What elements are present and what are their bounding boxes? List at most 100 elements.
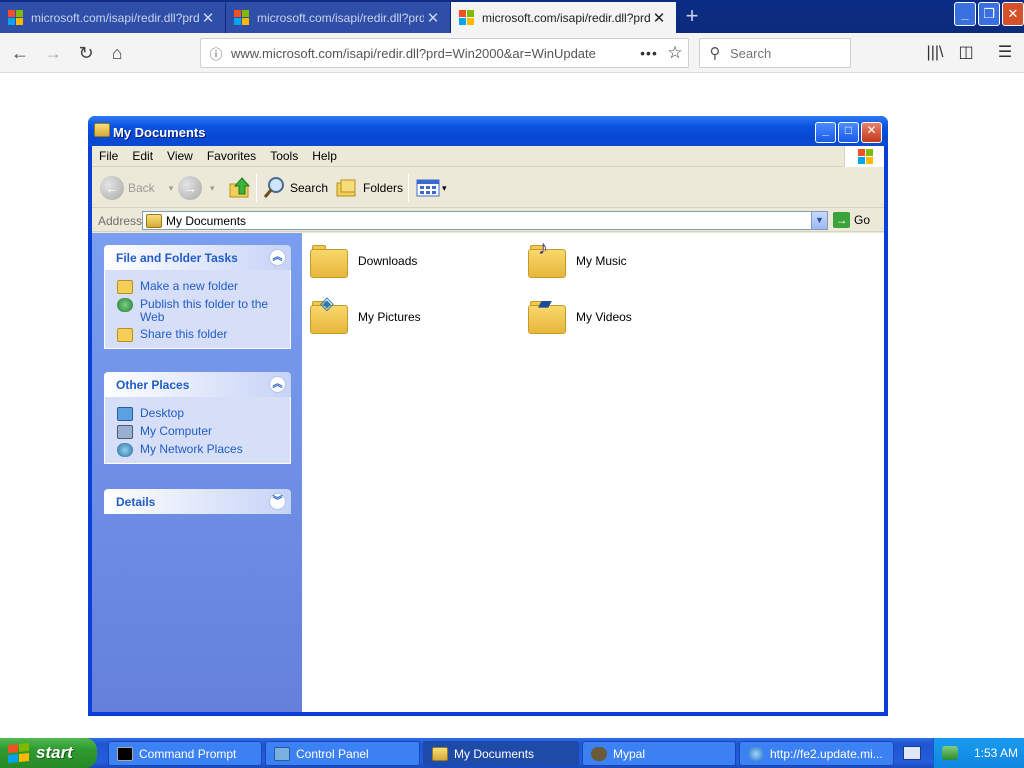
back-arrow-icon: ← [100, 176, 124, 200]
reload-icon[interactable]: ↻ [74, 42, 98, 64]
more-icon[interactable]: ••• [636, 45, 662, 61]
search-input[interactable] [730, 45, 840, 61]
restore-icon[interactable]: ❐ [978, 2, 1000, 26]
globe-icon [117, 298, 133, 312]
task-my-documents[interactable]: My Documents [423, 741, 579, 766]
tab-close-icon[interactable]: ✕ [199, 9, 217, 27]
views-dropdown-icon[interactable]: ▾ [442, 183, 447, 194]
make-new-folder-link[interactable]: Make a new folder [105, 278, 290, 296]
new-folder-icon [117, 280, 133, 294]
windows-flag-icon [8, 742, 30, 763]
folders-icon [336, 179, 356, 197]
menu-edit[interactable]: Edit [125, 149, 160, 163]
minimize-icon[interactable]: _ [815, 122, 836, 143]
link-label: My Network Places [140, 442, 243, 456]
expand-chevron-icon[interactable]: ︾ [269, 493, 286, 510]
forward-icon[interactable]: → [41, 42, 65, 64]
menu-favorites[interactable]: Favorites [200, 149, 263, 163]
forward-button[interactable]: → ▾ [178, 174, 215, 202]
address-dropdown-icon[interactable]: ▼ [811, 212, 827, 229]
info-icon[interactable]: ⓘ [201, 44, 231, 63]
search-button[interactable]: Search [262, 174, 328, 202]
browser-tab-strip: microsoft.com/isapi/redir.dll?prd=W ✕ mi… [0, 0, 1024, 33]
menu-view[interactable]: View [160, 149, 200, 163]
close-icon[interactable]: ✕ [1002, 2, 1024, 26]
link-label: Make a new folder [140, 279, 239, 293]
folder-item-my-pictures[interactable]: ◈ My Pictures [310, 293, 421, 335]
back-icon[interactable]: ← [8, 42, 32, 64]
folder-label: My Videos [576, 310, 632, 324]
minimize-icon[interactable]: _ [954, 2, 976, 26]
address-value[interactable]: My Documents [166, 214, 811, 228]
browser-tab-1[interactable]: microsoft.com/isapi/redir.dll?prd=W ✕ [0, 2, 225, 33]
browser-nav-bar: ← → ↻ ⌂ ⓘ www.microsoft.com/isapi/redir.… [0, 33, 1024, 73]
folder-item-downloads[interactable]: Downloads [310, 243, 417, 279]
panel-header[interactable]: Details ︾ [104, 489, 291, 514]
search-magnifier-icon [263, 177, 284, 198]
task-command-prompt[interactable]: Command Prompt [108, 741, 262, 766]
tab-close-icon[interactable]: ✕ [424, 9, 442, 27]
keyboard-icon[interactable] [903, 746, 921, 760]
new-tab-button[interactable]: + [680, 4, 704, 30]
menu-icon[interactable]: ☰ [992, 42, 1018, 64]
search-bar[interactable]: ⚲ [699, 38, 851, 68]
back-label: Back [128, 181, 155, 195]
collapse-chevron-icon[interactable]: ︽ [269, 249, 286, 266]
back-button[interactable]: ← Back ▾ [100, 174, 173, 202]
folder-label: Downloads [358, 254, 418, 268]
folders-button[interactable]: Folders [335, 174, 403, 202]
network-icon [117, 443, 133, 457]
url-bar[interactable]: ⓘ www.microsoft.com/isapi/redir.dll?prd=… [200, 38, 689, 68]
publish-folder-link[interactable]: Publish this folder to the Web [105, 296, 290, 326]
sidebar-icon[interactable]: ◫ [953, 42, 979, 64]
music-folder-icon: ♪ [528, 237, 568, 279]
my-network-places-link[interactable]: My Network Places [105, 441, 290, 459]
window-title-bar[interactable]: My Documents _ □ ✕ [88, 116, 888, 146]
browser-tab-2[interactable]: microsoft.com/isapi/redir.dll?prd=W ✕ [226, 2, 450, 33]
tray-network-icon[interactable] [942, 746, 958, 760]
my-documents-icon [432, 746, 448, 761]
up-folder-icon [229, 177, 251, 198]
clock[interactable]: 1:53 AM [974, 746, 1018, 760]
home-icon[interactable]: ⌂ [105, 42, 129, 64]
task-control-panel[interactable]: Control Panel [265, 741, 420, 766]
panel-header[interactable]: Other Places ︽ [104, 372, 291, 397]
link-label: Publish this folder to the Web [140, 297, 269, 324]
toolbar-separator [256, 174, 257, 202]
system-tray: 1:53 AM [933, 738, 1024, 768]
menu-bar: File Edit View Favorites Tools Help [92, 146, 884, 167]
link-label: Desktop [140, 406, 185, 420]
go-label: Go [854, 213, 871, 227]
task-internet-explorer[interactable]: http://fe2.update.mi... [739, 741, 894, 766]
views-button[interactable]: ▾ [416, 174, 447, 202]
share-folder-link[interactable]: Share this folder [105, 326, 290, 344]
back-dropdown-icon[interactable]: ▾ [169, 183, 174, 194]
up-folder-button[interactable] [228, 174, 252, 202]
panel-title: File and Folder Tasks [116, 250, 238, 265]
control-panel-icon [274, 746, 290, 761]
task-mypal[interactable]: Mypal [582, 741, 736, 766]
start-button[interactable]: start [0, 738, 97, 768]
maximize-icon[interactable]: □ [838, 122, 859, 143]
menu-tools[interactable]: Tools [263, 149, 305, 163]
close-icon[interactable]: ✕ [861, 122, 882, 143]
panel-header[interactable]: File and Folder Tasks ︽ [104, 245, 291, 270]
folders-label: Folders [363, 181, 404, 195]
go-button[interactable]: → Go [833, 212, 870, 228]
forward-dropdown-icon[interactable]: ▾ [210, 183, 215, 194]
desktop-link[interactable]: Desktop [105, 405, 290, 423]
url-text[interactable]: www.microsoft.com/isapi/redir.dll?prd=Wi… [231, 46, 636, 61]
browser-tab-3-active[interactable]: microsoft.com/isapi/redir.dll?prd=W ✕ [451, 2, 676, 33]
menu-file[interactable]: File [92, 149, 125, 163]
library-icon[interactable]: |||\ [922, 42, 948, 64]
internet-explorer-icon [748, 746, 764, 761]
folder-item-my-music[interactable]: ♪ My Music [528, 237, 627, 279]
menu-help[interactable]: Help [305, 149, 344, 163]
bookmark-star-icon[interactable]: ☆ [662, 43, 688, 63]
collapse-chevron-icon[interactable]: ︽ [269, 376, 286, 393]
tab-close-icon[interactable]: ✕ [650, 9, 668, 27]
details-panel: Details ︾ [104, 489, 291, 514]
address-field[interactable]: My Documents ▼ [142, 211, 828, 230]
my-computer-link[interactable]: My Computer [105, 423, 290, 441]
folder-item-my-videos[interactable]: ▰ My Videos [528, 293, 632, 335]
